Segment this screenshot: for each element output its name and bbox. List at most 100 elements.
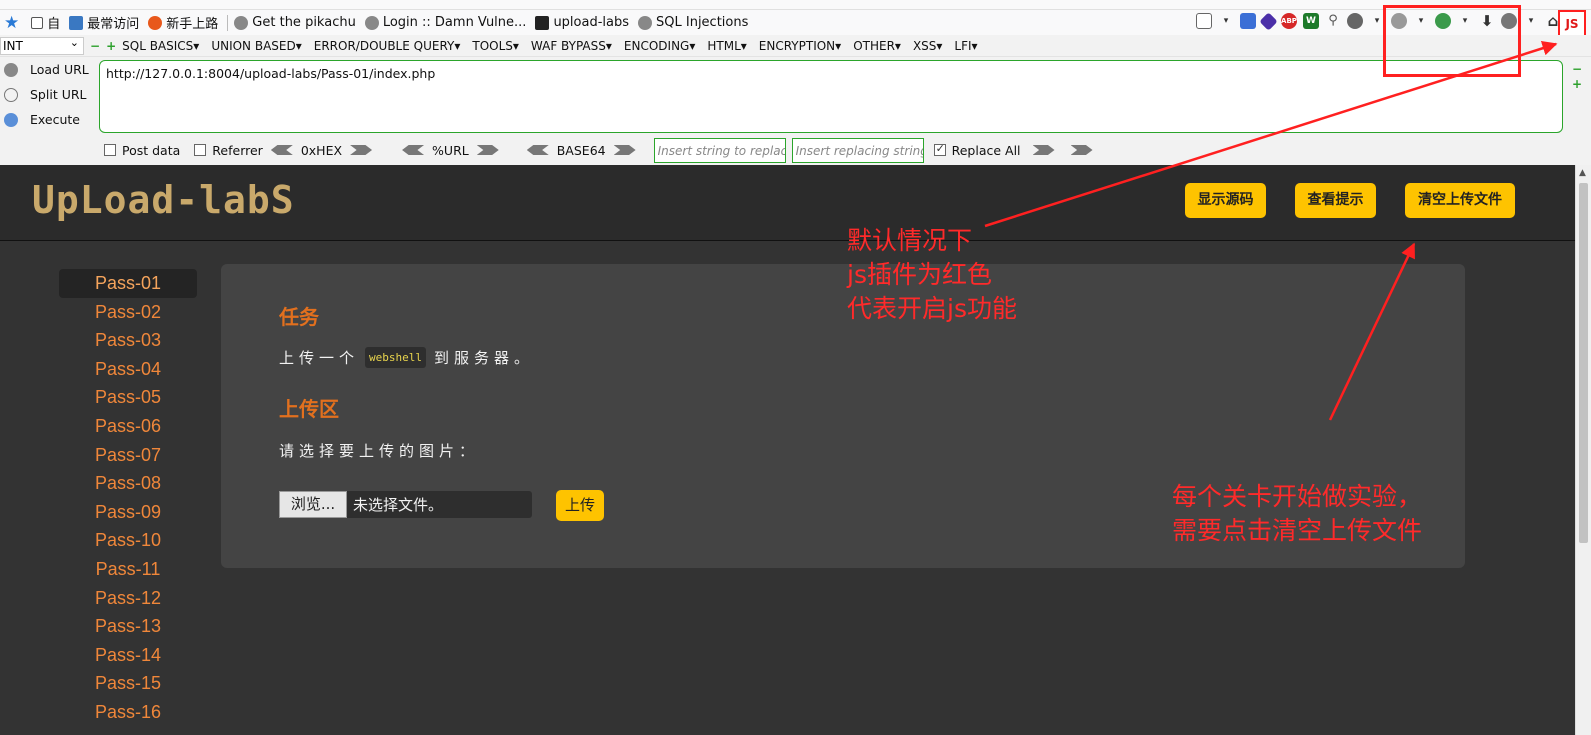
hackbar-menu-other[interactable]: OTHER▾ [853, 39, 901, 53]
insert-string-input[interactable]: Insert string to replace [653, 137, 786, 163]
load-url-button[interactable]: Load URL [4, 62, 89, 77]
url-textarea[interactable]: http://127.0.0.1:8004/upload-labs/Pass-0… [99, 60, 1563, 133]
bookmark-label: upload-labs [553, 15, 630, 30]
bookmark-item[interactable]: 最常访问 [69, 13, 139, 32]
bookmark-star-icon[interactable]: ★ [4, 13, 19, 33]
hex-label: 0xHEX [300, 142, 343, 158]
globe-icon [364, 15, 379, 30]
page-scrollbar[interactable]: ▲ [1575, 165, 1591, 735]
sidebar-item-pass[interactable]: Pass-14 [59, 641, 197, 670]
post-data-checkbox[interactable] [104, 144, 116, 156]
bookmark-item[interactable]: SQL Injections [638, 15, 748, 30]
task-text: 上传一个 [279, 349, 360, 367]
tab-strip [0, 0, 1591, 10]
scissors-icon [4, 87, 18, 102]
hackbar-options: Post data Referrer 0xHEX %URL BASE64 Ins… [104, 137, 1101, 163]
browse-button[interactable]: 浏览... [279, 491, 347, 518]
show-hint-button[interactable]: 查看提示 [1295, 183, 1376, 218]
eye-icon[interactable] [1347, 13, 1363, 29]
chevron-down-icon[interactable]: ▾ [1218, 13, 1234, 29]
file-input[interactable]: 浏览... 未选择文件。 [279, 491, 532, 518]
execute-label: Execute [30, 112, 80, 127]
plus-icon[interactable]: + [1572, 77, 1582, 91]
hackbar-menu-union-based[interactable]: UNION BASED▾ [211, 39, 301, 53]
site-header: UpLoad-labS 显示源码 查看提示 清空上传文件 [0, 165, 1575, 241]
adblock-icon[interactable]: ABP [1281, 13, 1297, 29]
sidebar-item-pass[interactable]: Pass-11 [59, 555, 197, 584]
hackbar-icon[interactable] [1259, 11, 1278, 31]
sidebar-item-pass[interactable]: Pass-13 [59, 612, 197, 641]
replace-back-arrow-icon[interactable] [1070, 145, 1093, 155]
annotation-line: 需要点击清空上传文件 [1172, 516, 1423, 545]
sidebar-item-pass[interactable]: Pass-02 [59, 298, 197, 327]
clear-uploads-button[interactable]: 清空上传文件 [1405, 183, 1515, 218]
sidebar-item-pass[interactable]: Pass-15 [59, 669, 197, 698]
sidebar-item-pass[interactable]: Pass-16 [59, 698, 197, 727]
execute-button[interactable]: Execute [4, 112, 80, 127]
hackbar-menu-encoding[interactable]: ENCODING▾ [624, 39, 695, 53]
replace-all-checkbox[interactable] [933, 142, 946, 156]
highlight-box [1383, 5, 1521, 77]
choose-image-label: 请选择要上传的图片： [279, 442, 480, 460]
base64-decode-arrow-icon[interactable] [526, 145, 549, 155]
sidebar-item-pass[interactable]: Pass-12 [59, 584, 197, 613]
most-visited-icon [69, 15, 84, 30]
wappalyzer-icon[interactable] [1240, 13, 1256, 29]
sidebar-item-pass[interactable]: Pass-01 [59, 269, 197, 298]
hackbar-menu-bar: INT − + SQL BASICS▾ UNION BASED▾ ERROR/D… [0, 35, 1591, 57]
sidebar-item-pass[interactable]: Pass-07 [59, 441, 197, 470]
hackbar-menu-waf-bypass[interactable]: WAF BYPASS▾ [531, 39, 612, 53]
file-status: 未选择文件。 [353, 496, 444, 514]
sidebar-item-pass[interactable]: Pass-08 [59, 469, 197, 498]
search-icon[interactable]: ⚲ [1325, 13, 1341, 29]
site-logo[interactable]: UpLoad-labS [32, 178, 295, 222]
minus-icon[interactable]: − [1572, 62, 1582, 76]
replace-arrow-icon[interactable] [1032, 145, 1055, 155]
scrollbar-thumb[interactable] [1579, 183, 1588, 543]
url-decode-arrow-icon[interactable] [402, 145, 425, 155]
hackbar-menu-xss[interactable]: XSS▾ [913, 39, 942, 53]
replacing-string-input[interactable]: Insert replacing string [791, 137, 924, 163]
hackbar-menu-lfi[interactable]: LFI▾ [954, 39, 977, 53]
bookmarks-bar: ★ 自 最常访问 新手上路 Get the pikachu Login :: D… [0, 10, 1591, 35]
hackbar-menu-sql-basics[interactable]: SQL BASICS▾ [122, 39, 199, 53]
sidebar-item-pass[interactable]: Pass-04 [59, 355, 197, 384]
hackbar-menu-error-double-query[interactable]: ERROR/DOUBLE QUERY▾ [314, 39, 461, 53]
hackbar-menu-html[interactable]: HTML▾ [707, 39, 746, 53]
scroll-up-icon[interactable]: ▲ [1579, 168, 1586, 178]
bookmark-item[interactable]: 新手上路 [148, 13, 218, 32]
annotation-line: 每个关卡开始做实验， [1172, 482, 1423, 511]
hex-encode-arrow-icon[interactable] [350, 145, 373, 155]
plus-icon[interactable]: + [106, 39, 116, 53]
task-text: 到服务器。 [434, 349, 535, 367]
sidebar-item-pass[interactable]: Pass-09 [59, 498, 197, 527]
url-encoding-label: %URL [432, 142, 469, 158]
sidebar-item-pass[interactable]: Pass-10 [59, 526, 197, 555]
javascript-toggle-button[interactable]: JS [1558, 10, 1586, 38]
sidebar-item-pass[interactable]: Pass-06 [59, 412, 197, 441]
hackbar-type-select[interactable]: INT [0, 35, 84, 55]
hackbar-menu-tools[interactable]: TOOLS▾ [472, 39, 519, 53]
annotation-line: js插件为红色 [847, 260, 992, 289]
chevron-down-icon[interactable]: ▾ [1523, 13, 1539, 29]
bookmark-item[interactable]: Login :: Damn Vulne... [364, 15, 526, 30]
shield-icon[interactable]: W [1303, 13, 1319, 29]
page-action-icon[interactable] [1196, 13, 1212, 29]
minus-icon[interactable]: − [90, 39, 100, 53]
page-content: UpLoad-labS 显示源码 查看提示 清空上传文件 Pass-01 Pass… [0, 165, 1575, 735]
referrer-label: Referrer [212, 142, 263, 158]
sidebar-item-pass[interactable]: Pass-03 [59, 326, 197, 355]
hex-decode-arrow-icon[interactable] [270, 145, 293, 155]
bookmark-item[interactable]: 自 [31, 13, 60, 32]
referrer-checkbox[interactable] [194, 144, 207, 156]
base64-encode-arrow-icon[interactable] [613, 145, 636, 155]
url-encode-arrow-icon[interactable] [476, 145, 499, 155]
sidebar-item-pass[interactable]: Pass-05 [59, 383, 197, 412]
show-source-button[interactable]: 显示源码 [1185, 183, 1266, 218]
hackbar-menu-encryption[interactable]: ENCRYPTION▾ [759, 39, 841, 53]
bookmark-item[interactable]: Get the pikachu [234, 15, 356, 30]
bookmark-item[interactable]: upload-labs [535, 15, 629, 30]
task-description: 上传一个 webshell 到服务器。 [279, 347, 534, 368]
split-url-button[interactable]: Split URL [4, 87, 87, 102]
upload-button[interactable]: 上传 [556, 490, 604, 521]
